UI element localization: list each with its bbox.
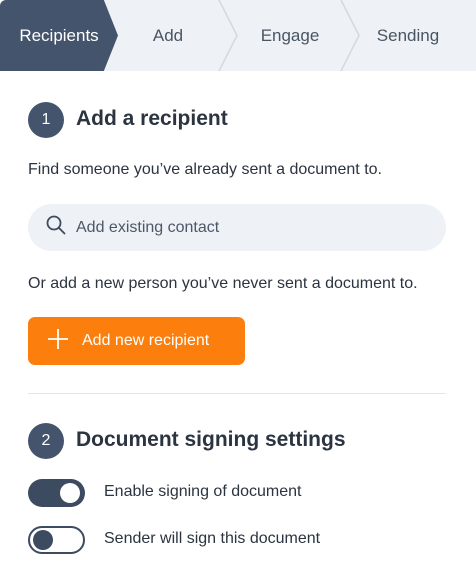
- step-engage[interactable]: Engage: [236, 0, 344, 71]
- step-progress-bar: Recipients Add Engage Sending: [0, 0, 476, 71]
- section-title-add-recipient: Add a recipient: [76, 107, 228, 130]
- step-add-label: Add: [152, 25, 184, 45]
- step-separator-icon: [340, 0, 360, 71]
- step-add[interactable]: Add: [118, 0, 218, 71]
- section-divider: [28, 393, 446, 394]
- search-icon: [46, 215, 66, 240]
- add-new-person-text: Or add a new person you’ve never sent a …: [28, 275, 418, 292]
- step-recipients-label: Recipients: [19, 25, 99, 45]
- toggle-knob: [33, 530, 53, 550]
- sender-sign-toggle[interactable]: [28, 526, 85, 554]
- add-new-recipient-label: Add new recipient: [82, 332, 210, 349]
- section-title-signing-settings: Document signing settings: [76, 428, 346, 451]
- section-number-badge: 1: [28, 102, 64, 138]
- enable-signing-label: Enable signing of document: [104, 483, 302, 500]
- search-existing-contact[interactable]: [28, 204, 446, 251]
- section-number-badge: 2: [28, 423, 64, 459]
- toggle-knob: [60, 483, 80, 503]
- find-existing-text: Find someone you’ve already sent a docum…: [28, 161, 382, 178]
- enable-signing-toggle[interactable]: [28, 479, 85, 507]
- search-input[interactable]: [76, 218, 416, 237]
- step-sending-label: Sending: [376, 25, 440, 45]
- add-new-recipient-button[interactable]: Add new recipient: [28, 317, 245, 365]
- step-separator-icon: [218, 0, 238, 71]
- plus-icon: [46, 327, 70, 356]
- sender-sign-label: Sender will sign this document: [104, 530, 321, 547]
- step-sending[interactable]: Sending: [358, 0, 458, 71]
- step-recipients[interactable]: Recipients: [0, 0, 118, 71]
- step-engage-label: Engage: [260, 25, 320, 45]
